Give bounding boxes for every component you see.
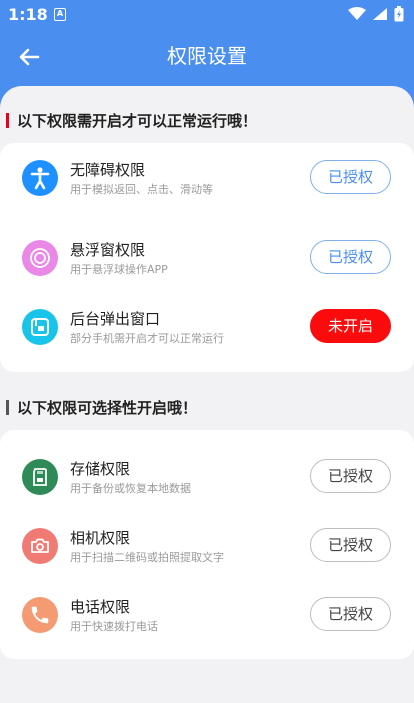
permission-row-phone: 电话权限 用于快速拨打电话 已授权	[0, 580, 414, 649]
section-title-text: 以下权限需开启才可以正常运行哦！	[17, 111, 258, 130]
status-time: 1:18	[8, 5, 48, 24]
section-title-text: 以下权限可选择性开启哦！	[17, 398, 198, 417]
section-marker	[6, 112, 9, 128]
wifi-icon	[348, 7, 366, 20]
authorized-button[interactable]: 已授权	[310, 160, 391, 194]
required-section-title: 以下权限需开启才可以正常运行哦！	[6, 110, 257, 130]
permission-row-background-popup: 后台弹出窗口 部分手机需开启才可以正常运行 未开启	[0, 292, 414, 361]
storage-sdcard-icon	[22, 459, 58, 495]
permission-name: 悬浮窗权限	[70, 241, 146, 259]
status-icons	[348, 6, 404, 22]
permission-row-accessibility: 无障碍权限 用于模拟返回、点击、滑动等 已授权	[0, 143, 414, 212]
permission-desc: 用于悬浮球操作APP	[70, 263, 168, 276]
content-area: 以下权限需开启才可以正常运行哦！ 无障碍权限 用于模拟返回、点击、滑动等 已授权…	[0, 86, 414, 703]
signal-icon	[373, 8, 387, 20]
permission-name: 电话权限	[70, 598, 131, 616]
title-bar: 权限设置	[0, 38, 414, 74]
required-permissions-card: 无障碍权限 用于模拟返回、点击、滑动等 已授权 悬浮窗权限 用于悬浮球操作APP…	[0, 143, 414, 372]
camera-icon	[22, 528, 58, 564]
status-bar: 1:18 A	[0, 0, 414, 30]
phone-icon	[22, 597, 58, 633]
page-title: 权限设置	[167, 44, 247, 68]
not-enabled-button[interactable]: 未开启	[310, 309, 391, 343]
authorized-button[interactable]: 已授权	[310, 240, 391, 274]
optional-section-title: 以下权限可选择性开启哦！	[6, 397, 197, 417]
permission-desc: 用于快速拨打电话	[70, 620, 158, 633]
permission-name: 后台弹出窗口	[70, 310, 161, 328]
authorized-button[interactable]: 已授权	[310, 597, 391, 631]
permission-row-camera: 相机权限 用于扫描二维码或拍照提取文字 已授权	[0, 511, 414, 580]
section-marker	[6, 399, 9, 415]
floating-window-icon	[22, 240, 58, 276]
permission-row-floating-window: 悬浮窗权限 用于悬浮球操作APP 已授权	[0, 223, 414, 292]
authorized-button[interactable]: 已授权	[310, 528, 391, 562]
popup-window-icon	[22, 309, 58, 345]
permission-row-storage: 存储权限 用于备份或恢复本地数据 已授权	[0, 442, 414, 511]
permission-desc: 用于模拟返回、点击、滑动等	[70, 183, 213, 196]
permission-desc: 用于备份或恢复本地数据	[70, 482, 191, 495]
permission-name: 无障碍权限	[70, 161, 146, 179]
optional-permissions-card: 存储权限 用于备份或恢复本地数据 已授权 相机权限 用于扫描二维码或拍照提取文字…	[0, 430, 414, 659]
accessibility-icon	[22, 160, 58, 196]
sim-notification-icon: A	[54, 8, 66, 21]
battery-icon	[394, 6, 404, 22]
authorized-button[interactable]: 已授权	[310, 459, 391, 493]
permission-name: 存储权限	[70, 460, 131, 478]
permission-name: 相机权限	[70, 529, 131, 547]
permission-desc: 部分手机需开启才可以正常运行	[70, 332, 224, 345]
permission-desc: 用于扫描二维码或拍照提取文字	[70, 551, 224, 564]
